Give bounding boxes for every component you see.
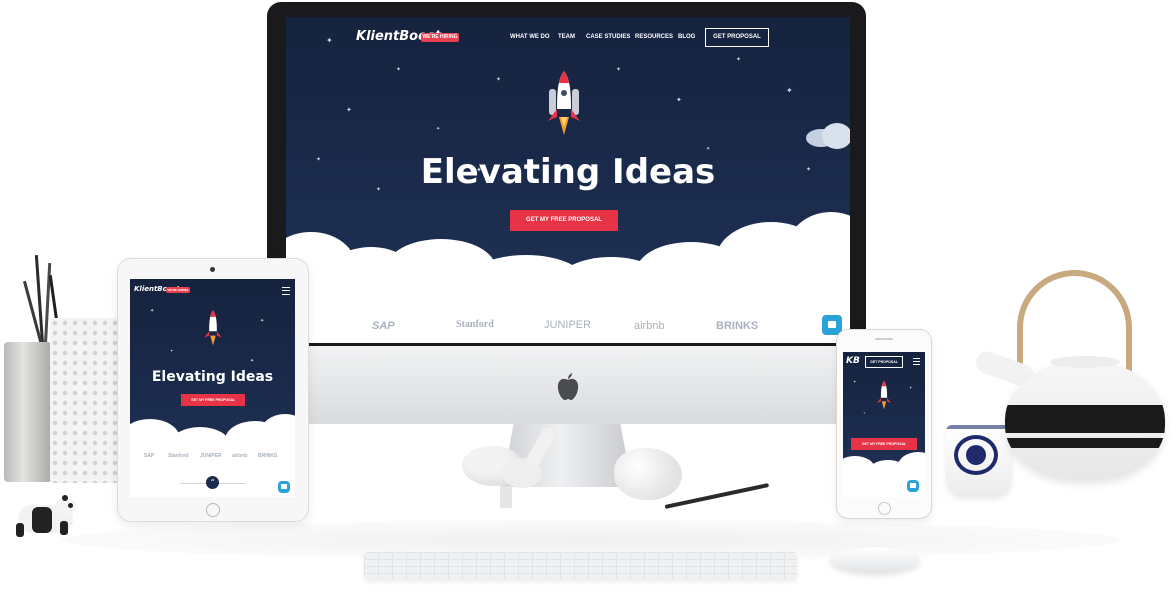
iphone: ✦ ✦ ✦ KB GET PROPOSAL GET MY FREE PROPOS… — [836, 329, 932, 519]
star: ✦ — [396, 66, 402, 73]
ipad-chat-button[interactable] — [278, 481, 290, 493]
iphone-screen: ✦ ✦ ✦ KB GET PROPOSAL GET MY FREE PROPOS… — [843, 352, 925, 497]
magic-mouse — [830, 547, 920, 573]
cement-cup — [4, 342, 52, 482]
star: ✦ — [863, 411, 866, 415]
get-proposal-button[interactable]: GET PROPOSAL — [705, 28, 769, 47]
ipad: ✦ ✦ ✦ ✦ KlientBoost WE'RE HIRING Elevati… — [117, 258, 309, 522]
nav-what-we-do[interactable]: WHAT WE DO — [510, 34, 550, 40]
ipad-hero-headline: Elevating Ideas — [151, 369, 274, 385]
panda-figurine — [8, 495, 83, 540]
star: ✦ — [786, 86, 793, 95]
iphone-free-proposal-button[interactable]: GET MY FREE PROPOSAL — [851, 438, 917, 450]
star: ✦ — [346, 106, 352, 114]
teapot — [973, 270, 1170, 485]
rocket-icon — [876, 380, 892, 410]
ipad-screen: ✦ ✦ ✦ ✦ KlientBoost WE'RE HIRING Elevati… — [130, 279, 295, 497]
perforated-vase — [50, 318, 120, 483]
star: ✦ — [496, 76, 502, 83]
star: ✦ — [853, 379, 857, 384]
hamburger-menu-icon[interactable] — [913, 358, 920, 365]
nav-resources[interactable]: RESOURCES — [635, 34, 673, 40]
partner-juniper: JUNIPER — [544, 319, 592, 331]
ipad-home-button[interactable] — [206, 503, 220, 517]
star: ✦ — [676, 96, 682, 104]
ipad-hiring-badge[interactable]: WE'RE HIRING — [166, 287, 190, 293]
partner-brinks: BRINKS — [716, 320, 759, 332]
star: ✦ — [326, 36, 333, 45]
chat-icon — [910, 483, 916, 488]
crumpled-paper — [614, 448, 682, 500]
star: ✦ — [170, 348, 174, 353]
ipad-free-proposal-button[interactable]: GET MY FREE PROPOSAL — [181, 394, 245, 406]
bird-figurine — [462, 425, 558, 511]
star: ✦ — [250, 358, 255, 364]
hiring-badge[interactable]: WE'RE HIRING — [421, 33, 459, 42]
keyboard — [364, 552, 797, 579]
chat-icon — [281, 484, 287, 489]
nav-blog[interactable]: BLOG — [678, 34, 695, 40]
star: ✦ — [909, 385, 913, 390]
partner-stanford: Stanford — [456, 319, 494, 330]
star: ✦ — [616, 66, 622, 73]
ipad-camera — [210, 267, 215, 272]
partner-sap: SAP — [372, 320, 395, 332]
ipad-partner-airbnb: airbnb — [232, 453, 248, 459]
quote-icon: “ — [206, 476, 219, 489]
apple-logo-icon — [557, 373, 579, 400]
partner-airbnb: airbnb — [634, 320, 665, 332]
ipad-partner-sap: SAP — [144, 453, 155, 459]
star: ✦ — [260, 318, 265, 324]
hero-headline: Elevating Ideas — [420, 152, 716, 192]
iphone-site-logo[interactable]: KB — [846, 356, 860, 366]
free-proposal-button[interactable]: GET MY FREE PROPOSAL — [510, 210, 618, 231]
ipad-partner-brinks: BRINKS — [258, 453, 278, 459]
nav-case-studies[interactable]: CASE STUDIES — [586, 34, 630, 40]
star: ✦ — [736, 56, 742, 63]
rocket-icon — [548, 71, 580, 135]
nav-team[interactable]: TEAM — [558, 34, 575, 40]
star: ✦ — [150, 308, 155, 314]
chat-icon — [828, 321, 836, 328]
star: ✦ — [436, 126, 441, 132]
rocket-icon — [204, 310, 222, 346]
hamburger-menu-icon[interactable] — [282, 287, 290, 295]
imac: ✦ ✦ ✦ ✦ ✦ ✦ ✦ ✦ ✦ ✦ ✦ ✦ ✦ ✦ ✦ KlientBoos… — [267, 2, 866, 487]
ipad-partner-juniper: JUNIPER — [200, 453, 222, 459]
teapot-body — [1005, 360, 1165, 480]
cloud — [822, 123, 850, 149]
imac-screen: ✦ ✦ ✦ ✦ ✦ ✦ ✦ ✦ ✦ ✦ ✦ ✦ ✦ ✦ ✦ KlientBoos… — [286, 17, 850, 343]
ipad-partner-stanford: Stanford — [168, 453, 189, 459]
iphone-home-button[interactable] — [878, 502, 891, 515]
iphone-speaker — [875, 338, 893, 340]
teapot-lid — [1050, 356, 1120, 368]
iphone-get-proposal-button[interactable]: GET PROPOSAL — [865, 356, 903, 368]
iphone-chat-button[interactable] — [907, 480, 919, 492]
